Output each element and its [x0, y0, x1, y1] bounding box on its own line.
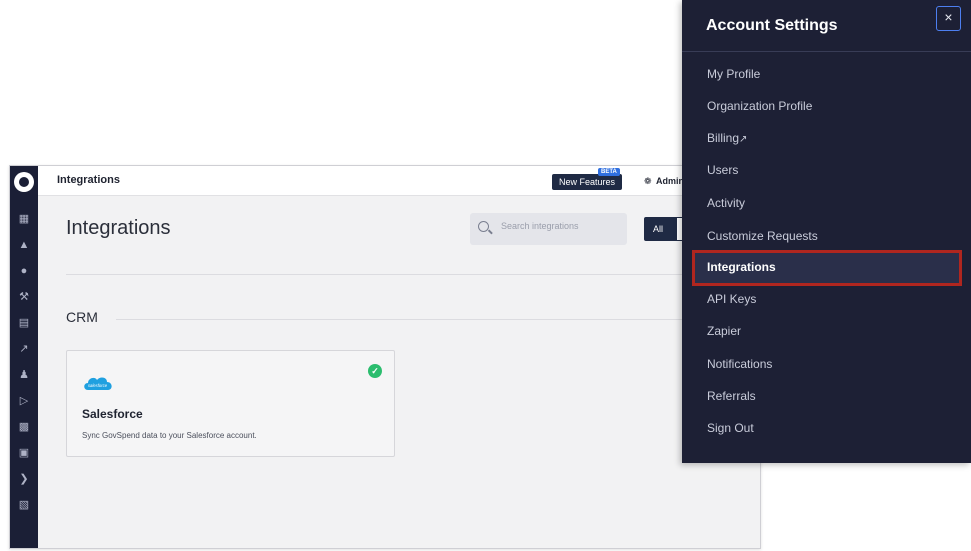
- menu-item-customize-requests[interactable]: Customize Requests: [707, 229, 818, 243]
- menu-item-my-profile[interactable]: My Profile: [707, 67, 760, 81]
- topbar-title: Integrations: [57, 174, 120, 186]
- gavel-icon[interactable]: ⚒: [10, 288, 38, 306]
- page-title: Integrations: [66, 217, 171, 239]
- menu-item-billing[interactable]: Billing↗: [707, 131, 747, 145]
- close-icon[interactable]: ×: [936, 6, 961, 31]
- search-icon: [478, 221, 489, 232]
- menu-item-zapier[interactable]: Zapier: [707, 324, 741, 338]
- menu-item-activity[interactable]: Activity: [707, 196, 745, 210]
- document-icon[interactable]: ▤: [10, 314, 38, 332]
- filter-all-button[interactable]: All: [644, 217, 676, 241]
- search-input[interactable]: [501, 221, 621, 231]
- panel-title: Account Settings: [706, 17, 838, 34]
- integration-card-salesforce[interactable]: salesforce ✓ Salesforce Sync GovSpend da…: [66, 350, 395, 457]
- salesforce-logo: salesforce: [84, 377, 112, 390]
- integration-name: Salesforce: [82, 407, 143, 421]
- section-divider: [116, 319, 752, 320]
- bank-icon[interactable]: ▣: [10, 444, 38, 462]
- menu-item-integrations[interactable]: Integrations: [707, 260, 776, 274]
- menu-item-users[interactable]: Users: [707, 163, 738, 177]
- integration-description: Sync GovSpend data to your Salesforce ac…: [82, 431, 257, 440]
- play-icon[interactable]: ▷: [10, 392, 38, 410]
- beta-badge: BETA: [598, 168, 620, 176]
- dashboard-icon[interactable]: ▦: [10, 210, 38, 228]
- calendar-icon[interactable]: ▩: [10, 418, 38, 436]
- left-nav-rail: ▦ ▲ ● ⚒ ▤ ↗ ♟ ▷ ▩ ▣ ❯ ▧: [10, 166, 38, 548]
- screenshot-stage: ▦ ▲ ● ⚒ ▤ ↗ ♟ ▷ ▩ ▣ ❯ ▧ Integrations New…: [0, 0, 971, 551]
- menu-item-notifications[interactable]: Notifications: [707, 357, 772, 371]
- section-label-crm: CRM: [66, 309, 98, 325]
- app-window: ▦ ▲ ● ⚒ ▤ ↗ ♟ ▷ ▩ ▣ ❯ ▧ Integrations New…: [9, 165, 761, 549]
- gear-icon: ❁: [644, 176, 652, 186]
- divider: [66, 274, 752, 275]
- rocket-icon[interactable]: ▲: [10, 236, 38, 254]
- connected-check-icon: ✓: [368, 364, 382, 378]
- salesforce-logo-text: salesforce: [88, 383, 108, 388]
- menu-item-referrals[interactable]: Referrals: [707, 389, 756, 403]
- top-bar: Integrations New Features BETA ❁ Admin: [38, 166, 760, 196]
- search-box: [470, 213, 627, 245]
- menu-item-billing-label: Billing: [707, 131, 740, 145]
- trend-icon[interactable]: ↗: [10, 340, 38, 358]
- menu-item-api-keys[interactable]: API Keys: [707, 292, 756, 306]
- people-icon[interactable]: ♟: [10, 366, 38, 384]
- chevron-right-icon[interactable]: ❯: [10, 470, 38, 488]
- new-features-button[interactable]: New Features: [552, 174, 623, 190]
- menu-item-sign-out[interactable]: Sign Out: [707, 421, 754, 435]
- external-link-icon: ↗: [739, 134, 748, 145]
- dollar-icon[interactable]: ●: [10, 262, 38, 280]
- layers-icon[interactable]: ▧: [10, 496, 38, 514]
- app-logo[interactable]: [14, 172, 34, 192]
- panel-divider: [682, 51, 971, 52]
- account-settings-panel: Account Settings × My Profile Organizati…: [682, 0, 971, 463]
- admin-menu[interactable]: Admin: [656, 176, 684, 186]
- menu-item-organization-profile[interactable]: Organization Profile: [707, 99, 812, 113]
